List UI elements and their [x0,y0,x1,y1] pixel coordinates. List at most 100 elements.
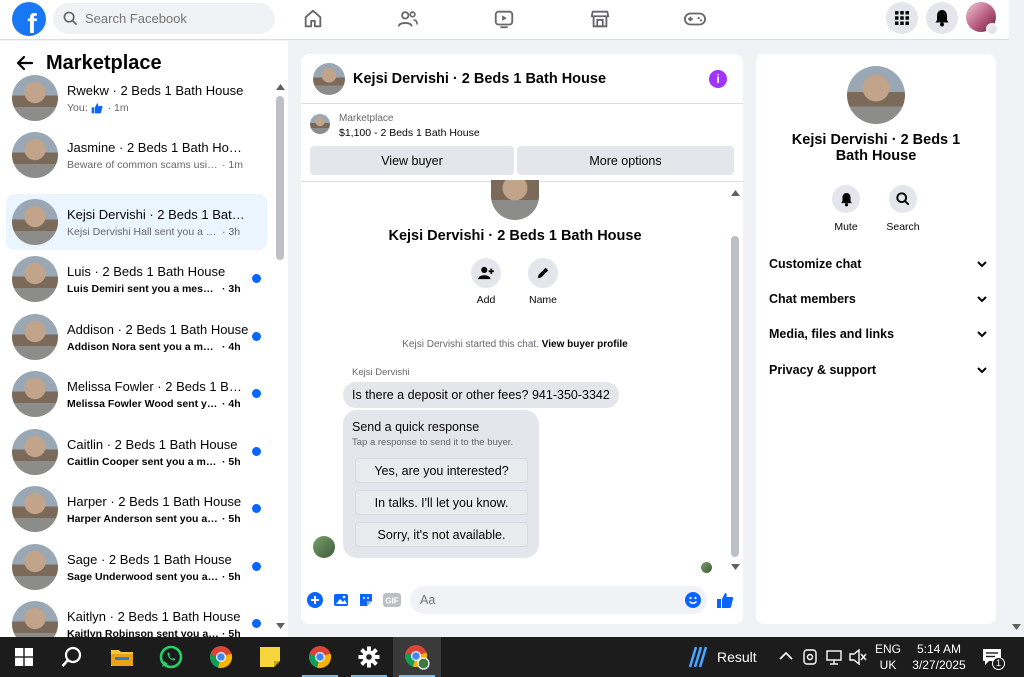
marketplace-listing-bar: Marketplace $1,100 - 2 Beds 1 Bath House… [301,104,743,182]
chrome-window-icon[interactable] [296,637,344,677]
sticker-icon[interactable] [358,592,374,608]
name-action[interactable]: Name [513,258,573,306]
conversation-item[interactable]: Luis · 2 Beds 1 Bath House Luis Demiri se… [6,251,267,307]
conversation-text: Luis · 2 Beds 1 Bath House Luis Demiri se… [67,264,249,295]
scroll-down-arrow-icon[interactable] [276,623,285,629]
chat-members-row[interactable]: Chat members [769,289,987,309]
video-icon[interactable] [491,6,517,32]
conversation-text: Kaitlyn · 2 Beds 1 Bath House Kaitlyn Rob… [67,609,249,638]
emoji-icon[interactable] [685,592,701,608]
view-buyer-profile-link[interactable]: View buyer profile [542,339,628,350]
chrome-icon[interactable] [197,637,245,677]
whatsapp-icon[interactable] [147,637,195,677]
unread-indicator [252,447,261,456]
details-listing-photo[interactable] [847,66,905,124]
conversation-snippet: Melissa Fowler Wood sent you ... [67,397,219,410]
quick-response-card: Send a quick response Tap a response to … [343,410,539,558]
conversation-item[interactable]: Harper · 2 Beds 1 Bath House Harper Ander… [6,481,267,537]
name-label: Name [528,294,557,306]
gaming-icon[interactable] [682,6,708,32]
message-input[interactable] [410,586,707,614]
conversation-item[interactable]: Rwekw · 2 Beds 1 Bath House You: · 1m [6,70,267,126]
conversation-item[interactable]: Kaitlyn · 2 Beds 1 Bath House Kaitlyn Rob… [6,596,267,637]
plus-circle-icon[interactable] [307,592,323,608]
taskbar-search-icon[interactable] [48,637,96,677]
tray-chevron-up-icon[interactable] [779,651,793,661]
search-box[interactable] [53,3,275,34]
camera-meeting-icon[interactable] [803,649,817,665]
notification-center-icon[interactable]: 1 [982,647,1005,670]
privacy-support-row[interactable]: Privacy & support [769,360,987,380]
sidebar-scrollbar[interactable] [276,96,284,260]
more-options-button[interactable]: More options [517,146,734,175]
media-files-links-row[interactable]: Media, files and links [769,324,987,344]
listing-small-thumbnail[interactable] [310,114,330,134]
add-action[interactable]: Add [456,258,516,306]
chat-scrollbar[interactable] [731,236,739,557]
listing-price-title[interactable]: $1,100 - 2 Beds 1 Bath House [339,127,480,139]
privacy-support-label: Privacy & support [769,363,876,377]
quick-reply-interested[interactable]: Yes, are you interested? [355,458,528,483]
customize-chat-row[interactable]: Customize chat [769,254,987,274]
settings-gear-icon[interactable] [345,637,393,677]
volume-muted-icon[interactable] [849,649,867,665]
facebook-logo-icon[interactable]: f [12,2,46,36]
chat-title[interactable]: Kejsi Dervishi · 2 Beds 1 Bath House [353,71,606,87]
chat-scroll-up-icon[interactable] [731,190,740,196]
thread-title: Kejsi Dervishi · 2 Beds 1 Bath House [388,228,642,244]
sticky-notes-icon[interactable] [246,637,294,677]
notifications-bell-icon[interactable] [926,2,958,34]
conversation-snippet: Beware of common scams using ... [67,158,219,171]
search-icon[interactable] [889,185,917,213]
view-buyer-button[interactable]: View buyer [310,146,514,175]
conversation-item[interactable]: Melissa Fowler · 2 Beds 1 Bath... Melissa… [6,366,267,422]
pencil-icon[interactable] [528,258,558,288]
marketplace-icon[interactable] [587,6,613,32]
thumbs-up-icon[interactable] [716,592,734,608]
weather-label[interactable]: Result [717,649,757,665]
chrome-profile-window-icon[interactable] [393,637,441,677]
search-action[interactable]: Search [878,185,928,233]
conversation-snippet-row: You: · 1m [67,102,249,114]
quick-reply-not-available[interactable]: Sorry, it's not available. [355,522,528,547]
listing-thumbnail[interactable] [313,62,345,95]
file-explorer-icon[interactable] [98,637,146,677]
home-icon[interactable] [300,6,326,32]
weather-widget-icon[interactable] [686,645,712,672]
page-scrollbar[interactable] [1010,40,1024,637]
conversation-item[interactable]: Kejsi Dervishi · 2 Beds 1 Bath H... Kejsi… [6,194,267,250]
windows-start-icon[interactable] [0,637,48,677]
mute-action[interactable]: Mute [821,185,871,233]
language-indicator[interactable]: ENG UK [872,641,904,673]
account-chevron-down-icon[interactable] [986,23,998,35]
gif-icon[interactable]: GIF [383,592,401,608]
sender-avatar[interactable] [313,536,335,558]
search-input[interactable] [85,11,265,26]
conversation-item[interactable]: Sage · 2 Beds 1 Bath House Sage Underwood… [6,539,267,595]
conversation-text: Rwekw · 2 Beds 1 Bath House You: · 1m [67,83,249,114]
clock[interactable]: 5:14 AM 3/27/2025 [908,641,970,673]
conversation-time: · 5h [222,512,241,525]
conversation-title: Melissa Fowler · 2 Beds 1 Bath... [67,378,249,394]
friends-icon[interactable] [395,6,421,32]
scroll-up-arrow-icon[interactable] [276,84,285,90]
clock-date: 3/27/2025 [912,658,966,672]
conversation-snippet: Harper Anderson sent you a m... [67,512,219,525]
info-icon[interactable]: i [709,70,727,88]
photo-icon[interactable] [333,592,349,608]
chat-scroll-down-icon[interactable] [731,564,740,570]
conversation-item[interactable]: Addison · 2 Beds 1 Bath House Addison Nor… [6,309,267,365]
conversation-text: Sage · 2 Beds 1 Bath House Sage Underwood… [67,552,249,583]
network-icon[interactable] [826,649,844,665]
chat-header: Kejsi Dervishi · 2 Beds 1 Bath House i [301,54,743,104]
conversation-item[interactable]: Jasmine · 2 Beds 1 Bath House Beware of c… [6,127,267,183]
page-scroll-down-icon[interactable] [1012,624,1021,630]
message-bubble[interactable]: Is there a deposit or other fees? 941-35… [343,382,619,408]
conversation-item[interactable]: Caitlin · 2 Beds 1 Bath House Caitlin Coo… [6,424,267,480]
quick-reply-in-talks[interactable]: In talks. I'll let you know. [355,490,528,515]
chevron-down-icon [977,260,987,267]
add-person-icon[interactable] [471,258,501,288]
bell-icon[interactable] [832,185,860,213]
menu-grid-icon[interactable] [886,2,918,34]
details-title: Kejsi Dervishi · 2 Beds 1 Bath House [791,132,961,164]
